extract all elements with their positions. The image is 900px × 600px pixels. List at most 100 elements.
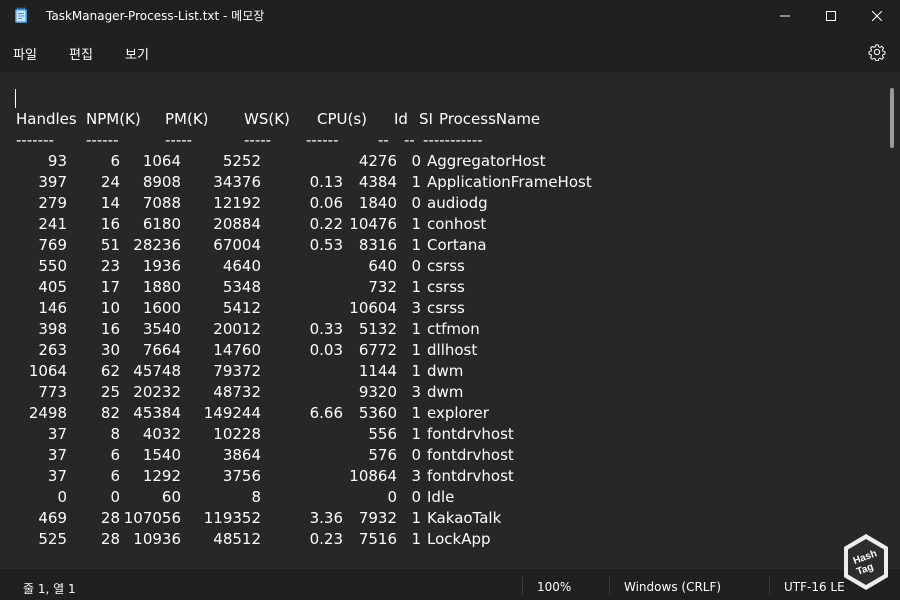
row-pm: 1540 xyxy=(142,446,181,464)
status-bar: 줄 1, 열 1 100% Windows (CRLF) UTF-16 LE xyxy=(0,568,900,600)
row-process-name: AggregatorHost xyxy=(427,152,546,170)
row-npm: 82 xyxy=(100,404,120,422)
vertical-scrollbar-thumb[interactable] xyxy=(890,88,894,148)
row-si: 1 xyxy=(411,425,421,443)
row-npm: 8 xyxy=(110,425,120,443)
row-id: 5360 xyxy=(358,404,397,422)
process-row: 398 16 3540 20012 0.33 5132 1 ctfmon xyxy=(0,320,880,341)
row-process-name: explorer xyxy=(427,404,489,422)
row-handles: 2498 xyxy=(28,404,67,422)
row-handles: 146 xyxy=(38,299,67,317)
minimize-icon xyxy=(780,15,790,17)
row-si: 0 xyxy=(411,257,421,275)
notepad-icon xyxy=(14,7,28,24)
row-npm: 23 xyxy=(100,257,120,275)
row-si: 1 xyxy=(411,404,421,422)
row-pm: 1600 xyxy=(142,299,181,317)
row-process-name: csrss xyxy=(427,299,465,317)
row-process-name: conhost xyxy=(427,215,487,233)
row-handles: 397 xyxy=(38,173,67,191)
row-id: 1840 xyxy=(358,194,397,212)
row-pm: 7664 xyxy=(142,341,181,359)
row-ws: 119352 xyxy=(203,509,261,527)
row-ws: 5252 xyxy=(222,152,261,170)
row-pm: 45748 xyxy=(133,362,181,380)
process-row: 0 0 60 8 0 0 Idle xyxy=(0,488,880,509)
status-divider xyxy=(769,577,770,595)
maximize-icon xyxy=(826,11,836,21)
row-npm: 6 xyxy=(110,446,120,464)
row-id: 640 xyxy=(368,257,397,275)
row-pm: 1936 xyxy=(142,257,181,275)
row-si: 1 xyxy=(411,509,421,527)
row-npm: 17 xyxy=(100,278,120,296)
header-process-name: ProcessName xyxy=(439,110,541,128)
row-ws: 5348 xyxy=(222,278,261,296)
title-bar: TaskManager-Process-List.txt - 메모장 xyxy=(0,0,900,32)
settings-button[interactable] xyxy=(868,43,886,62)
maximize-button[interactable] xyxy=(808,0,854,32)
row-ws: 67004 xyxy=(213,236,261,254)
row-process-name: Cortana xyxy=(427,236,487,254)
row-id: 576 xyxy=(368,446,397,464)
row-si: 1 xyxy=(411,215,421,233)
row-ws: 3864 xyxy=(222,446,261,464)
row-process-name: dwm xyxy=(427,383,464,401)
row-cpu: 6.66 xyxy=(309,404,343,422)
row-process-name: ctfmon xyxy=(427,320,480,338)
encoding: UTF-16 LE xyxy=(784,580,845,594)
row-si: 1 xyxy=(411,236,421,254)
row-pm: 20232 xyxy=(133,383,181,401)
process-row: 146 10 1600 5412 10604 3 csrss xyxy=(0,299,880,320)
row-pm: 1064 xyxy=(142,152,181,170)
row-ws: 79372 xyxy=(213,362,261,380)
menu-view[interactable]: 보기 xyxy=(125,44,149,63)
row-id: 9320 xyxy=(358,383,397,401)
process-row: 241 16 6180 20884 0.22 10476 1 conhost xyxy=(0,215,880,236)
header-npm: NPM(K) xyxy=(86,110,141,128)
row-id: 10476 xyxy=(349,215,397,233)
separator-handles: ------- xyxy=(16,131,54,149)
row-pm: 6180 xyxy=(142,215,181,233)
row-handles: 405 xyxy=(38,278,67,296)
row-npm: 10 xyxy=(100,299,120,317)
row-id: 4276 xyxy=(358,152,397,170)
separator-process-name: ----------- xyxy=(423,131,483,149)
menu-edit[interactable]: 편집 xyxy=(69,44,93,63)
hashtag-logo: Hash Tag xyxy=(842,532,890,592)
menu-file[interactable]: 파일 xyxy=(13,44,37,63)
row-process-name: fontdrvhost xyxy=(427,425,514,443)
separator-npm: ------ xyxy=(86,131,119,149)
row-npm: 6 xyxy=(110,467,120,485)
row-id: 7516 xyxy=(358,530,397,548)
row-pm: 1880 xyxy=(142,278,181,296)
row-id: 4384 xyxy=(358,173,397,191)
status-divider xyxy=(609,577,610,595)
row-process-name: audiodg xyxy=(427,194,488,212)
row-ws: 14760 xyxy=(213,341,261,359)
header-pm: PM(K) xyxy=(165,110,209,128)
zoom-level: 100% xyxy=(537,580,572,594)
process-row: 405 17 1880 5348 732 1 csrss xyxy=(0,278,880,299)
row-id: 5132 xyxy=(358,320,397,338)
close-button[interactable] xyxy=(854,0,900,32)
minimize-button[interactable] xyxy=(762,0,808,32)
separator-id: -- xyxy=(378,131,389,149)
row-pm: 4032 xyxy=(142,425,181,443)
row-ws: 20884 xyxy=(213,215,261,233)
row-id: 8316 xyxy=(358,236,397,254)
row-id: 732 xyxy=(368,278,397,296)
process-row: 37 8 4032 10228 556 1 fontdrvhost xyxy=(0,425,880,446)
process-row: 279 14 7088 12192 0.06 1840 0 audiodg xyxy=(0,194,880,215)
row-id: 10604 xyxy=(349,299,397,317)
row-process-name: dwm xyxy=(427,362,464,380)
row-si: 0 xyxy=(411,488,421,506)
row-si: 3 xyxy=(411,383,421,401)
row-npm: 28 xyxy=(100,530,120,548)
process-row: 263 30 7664 14760 0.03 6772 1 dllhost xyxy=(0,341,880,362)
row-process-name: fontdrvhost xyxy=(427,446,514,464)
header-cpu: CPU(s) xyxy=(317,110,368,128)
row-process-name: ApplicationFrameHost xyxy=(427,173,592,191)
row-handles: 0 xyxy=(57,488,67,506)
text-editor[interactable]: Handles NPM(K) PM(K) WS(K) CPU(s) Id SI … xyxy=(0,72,900,568)
